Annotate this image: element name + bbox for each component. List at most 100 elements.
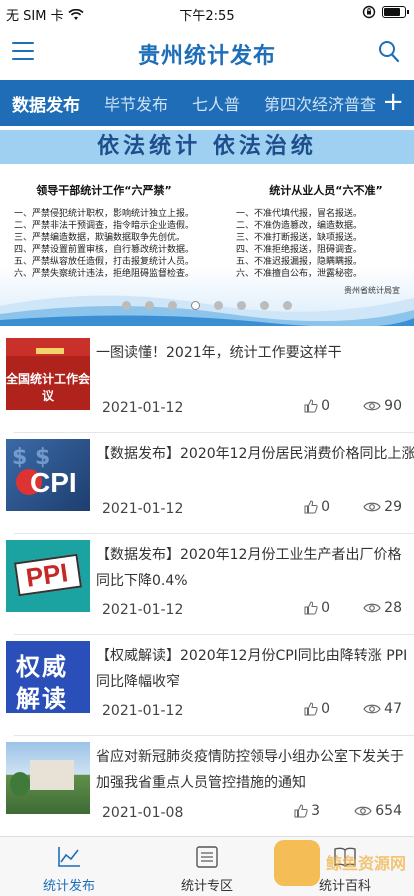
article-meta: 2021-01-12 0 29 bbox=[102, 499, 402, 519]
view-count-group: 47 bbox=[363, 701, 402, 717]
eye-icon bbox=[363, 502, 381, 512]
nav-statistics-release[interactable]: 统计发布 bbox=[0, 837, 138, 896]
thumbs-up-icon bbox=[304, 702, 318, 716]
thumbs-up-icon bbox=[304, 399, 318, 413]
banner-right-line: 四、不准拒绝报送，阻碍调查。 bbox=[236, 245, 363, 255]
eye-icon bbox=[363, 704, 381, 714]
carousel-dot[interactable] bbox=[168, 301, 177, 310]
article-title: 一图读懂！2021年，统计工作要这样干 bbox=[96, 345, 342, 361]
banner-right-line: 二、不准伪造篡改，编造数据。 bbox=[236, 221, 363, 231]
tab-fourth-economic-census[interactable]: 第四次经济普查 bbox=[252, 91, 388, 115]
like-button[interactable]: 3 bbox=[293, 803, 320, 819]
carousel-dot[interactable] bbox=[237, 301, 246, 310]
view-count: 90 bbox=[384, 398, 402, 414]
banner-slogan: 依法统计 依法治统 bbox=[0, 130, 414, 164]
banner-carousel[interactable]: 依法统计 依法治统 领导干部统计工作“六严禁” 一、严禁侵犯统计职权，影响统计独… bbox=[0, 126, 414, 326]
like-button[interactable]: 0 bbox=[303, 499, 330, 515]
nav-label: 统计发布 bbox=[42, 879, 95, 894]
watermark-text: 鲸鱼资源网 bbox=[326, 854, 407, 873]
eye-icon bbox=[363, 401, 381, 411]
banner-left-line: 二、严禁非法干预调查，指令暗示企业造假。 bbox=[14, 221, 195, 231]
banner-left-line: 三、严禁编造数据，欺骗数据取争先创优。 bbox=[14, 233, 186, 243]
article-item[interactable]: PPI 【数据发布】2020年12月份工业生产者出厂价格同比下降0.4% 202… bbox=[6, 534, 414, 635]
banner-right-line: 三、不准打断报送，缺项报送。 bbox=[236, 233, 363, 243]
status-time: 下午2:55 bbox=[179, 9, 235, 24]
carousel-dot[interactable] bbox=[283, 301, 292, 310]
category-tabs: 数据发布 毕节发布 七人普 第四次经济普查 + bbox=[0, 80, 414, 126]
article-date: 2021-01-12 bbox=[102, 602, 184, 618]
banner-left-line: 一、严禁侵犯统计职权，影响统计独立上报。 bbox=[14, 209, 195, 219]
article-thumbnail: PPI bbox=[6, 540, 90, 612]
like-button[interactable]: 0 bbox=[303, 398, 330, 414]
thumbnail-text: PPI bbox=[24, 557, 70, 593]
app-header: 贵州统计发布 bbox=[0, 26, 414, 80]
like-count: 0 bbox=[321, 600, 330, 616]
banner-org: 贵州省统计局宣 bbox=[344, 286, 400, 295]
thumbnail-text: 全国统计工作会议 bbox=[6, 372, 90, 403]
view-count-group: 90 bbox=[363, 398, 402, 414]
grid-document-icon bbox=[196, 846, 218, 868]
article-title: 省应对新冠肺炎疫情防控领导小组办公室下发关于加强我省重点人员管控措施的通知 bbox=[96, 749, 404, 791]
view-count: 28 bbox=[384, 600, 402, 616]
article-thumbnail: $ $ CPI bbox=[6, 439, 90, 511]
banner-right-column: 统计从业人员“六不准” 一、不准代填代报，冒名报送。 二、不准伪造篡改，编造数据… bbox=[236, 182, 414, 280]
article-date: 2021-01-12 bbox=[102, 400, 184, 416]
article-title: 【数据发布】2020年12月份居民消费价格同比上涨0.2% bbox=[96, 446, 414, 462]
search-icon[interactable] bbox=[378, 40, 400, 64]
carousel-dot[interactable] bbox=[214, 301, 223, 310]
line-chart-icon bbox=[58, 847, 80, 867]
view-count: 29 bbox=[384, 499, 402, 515]
carousel-dot[interactable] bbox=[122, 301, 131, 310]
banner-left-line: 四、严禁设置前置审核，自行篡改统计数据。 bbox=[14, 245, 195, 255]
article-meta: 2021-01-08 3 654 bbox=[102, 803, 402, 823]
banner-left-column: 领导干部统计工作“六严禁” 一、严禁侵犯统计职权，影响统计独立上报。 二、严禁非… bbox=[14, 182, 194, 280]
like-button[interactable]: 0 bbox=[303, 600, 330, 616]
view-count-group: 654 bbox=[354, 803, 402, 819]
thumbs-up-icon bbox=[304, 500, 318, 514]
article-meta: 2021-01-12 0 47 bbox=[102, 701, 402, 721]
article-item[interactable]: $ $ CPI 【数据发布】2020年12月份居民消费价格同比上涨0.2% 20… bbox=[6, 433, 414, 534]
add-tab-icon[interactable]: + bbox=[382, 88, 404, 116]
tab-bijie-release[interactable]: 毕节发布 bbox=[92, 91, 180, 115]
article-date: 2021-01-08 bbox=[102, 805, 184, 821]
view-count-group: 28 bbox=[363, 600, 402, 616]
status-bar: 无 SIM 卡 下午2:55 bbox=[0, 0, 414, 26]
article-thumbnail: 全国统计工作会议 bbox=[6, 338, 90, 410]
tab-data-release[interactable]: 数据发布 bbox=[0, 91, 92, 116]
whale-logo-icon bbox=[274, 840, 320, 886]
battery-icon bbox=[382, 6, 409, 18]
like-button[interactable]: 0 bbox=[303, 701, 330, 717]
article-meta: 2021-01-12 0 28 bbox=[102, 600, 402, 620]
article-meta: 2021-01-12 0 90 bbox=[102, 398, 402, 418]
eye-icon bbox=[354, 806, 372, 816]
carousel-dot[interactable] bbox=[191, 301, 200, 310]
eye-icon bbox=[363, 603, 381, 613]
watermark: 鲸鱼资源网 bbox=[230, 836, 410, 892]
thumbnail-text: CPI bbox=[30, 467, 77, 498]
article-date: 2021-01-12 bbox=[102, 501, 184, 517]
carousel-dot[interactable] bbox=[260, 301, 269, 310]
thumbnail-text: 权威 bbox=[16, 653, 68, 681]
view-count: 47 bbox=[384, 701, 402, 717]
article-list: 全国统计工作会议 一图读懂！2021年，统计工作要这样干 2021-01-12 … bbox=[0, 332, 414, 837]
carousel-dot[interactable] bbox=[145, 301, 154, 310]
article-item[interactable]: 权威 解读 【权威解读】2020年12月份CPI同比由降转涨 PPI同比降幅收窄… bbox=[6, 635, 414, 736]
banner-right-line: 一、不准代填代报，冒名报送。 bbox=[236, 209, 363, 219]
thumbs-up-icon bbox=[304, 601, 318, 615]
like-count: 0 bbox=[321, 499, 330, 515]
banner-right-title: 统计从业人员“六不准” bbox=[269, 184, 383, 197]
article-title: 【权威解读】2020年12月份CPI同比由降转涨 PPI同比降幅收窄 bbox=[96, 648, 408, 690]
article-item[interactable]: 省应对新冠肺炎疫情防控领导小组办公室下发关于加强我省重点人员管控措施的通知 20… bbox=[6, 736, 414, 837]
carousel-indicator[interactable] bbox=[0, 301, 414, 310]
tab-seventh-census[interactable]: 七人普 bbox=[180, 91, 252, 115]
banner-left-title: 领导干部统计工作“六严禁” bbox=[36, 184, 172, 197]
article-thumbnail: 权威 解读 bbox=[6, 641, 90, 713]
like-count: 3 bbox=[311, 803, 320, 819]
rotation-lock-icon bbox=[362, 5, 376, 19]
view-count: 654 bbox=[375, 803, 402, 819]
article-date: 2021-01-12 bbox=[102, 703, 184, 719]
article-title: 【数据发布】2020年12月份工业生产者出厂价格同比下降0.4% bbox=[96, 547, 402, 589]
article-item[interactable]: 全国统计工作会议 一图读懂！2021年，统计工作要这样干 2021-01-12 … bbox=[6, 332, 414, 433]
page-title: 贵州统计发布 bbox=[137, 44, 276, 69]
like-count: 0 bbox=[321, 701, 330, 717]
